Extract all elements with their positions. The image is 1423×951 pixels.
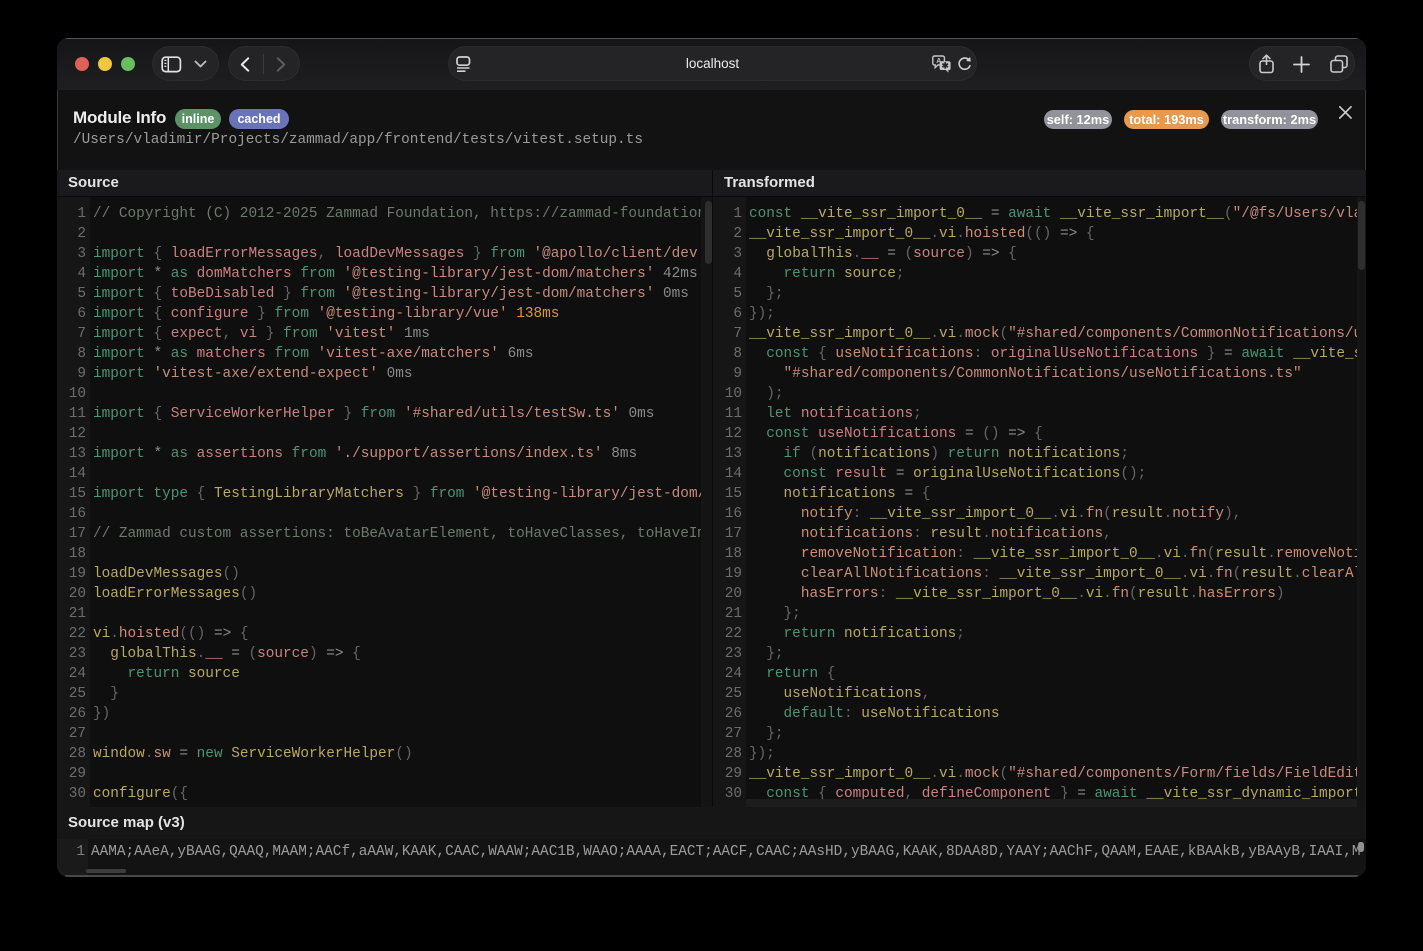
svg-text:✱: ✱	[942, 60, 949, 70]
